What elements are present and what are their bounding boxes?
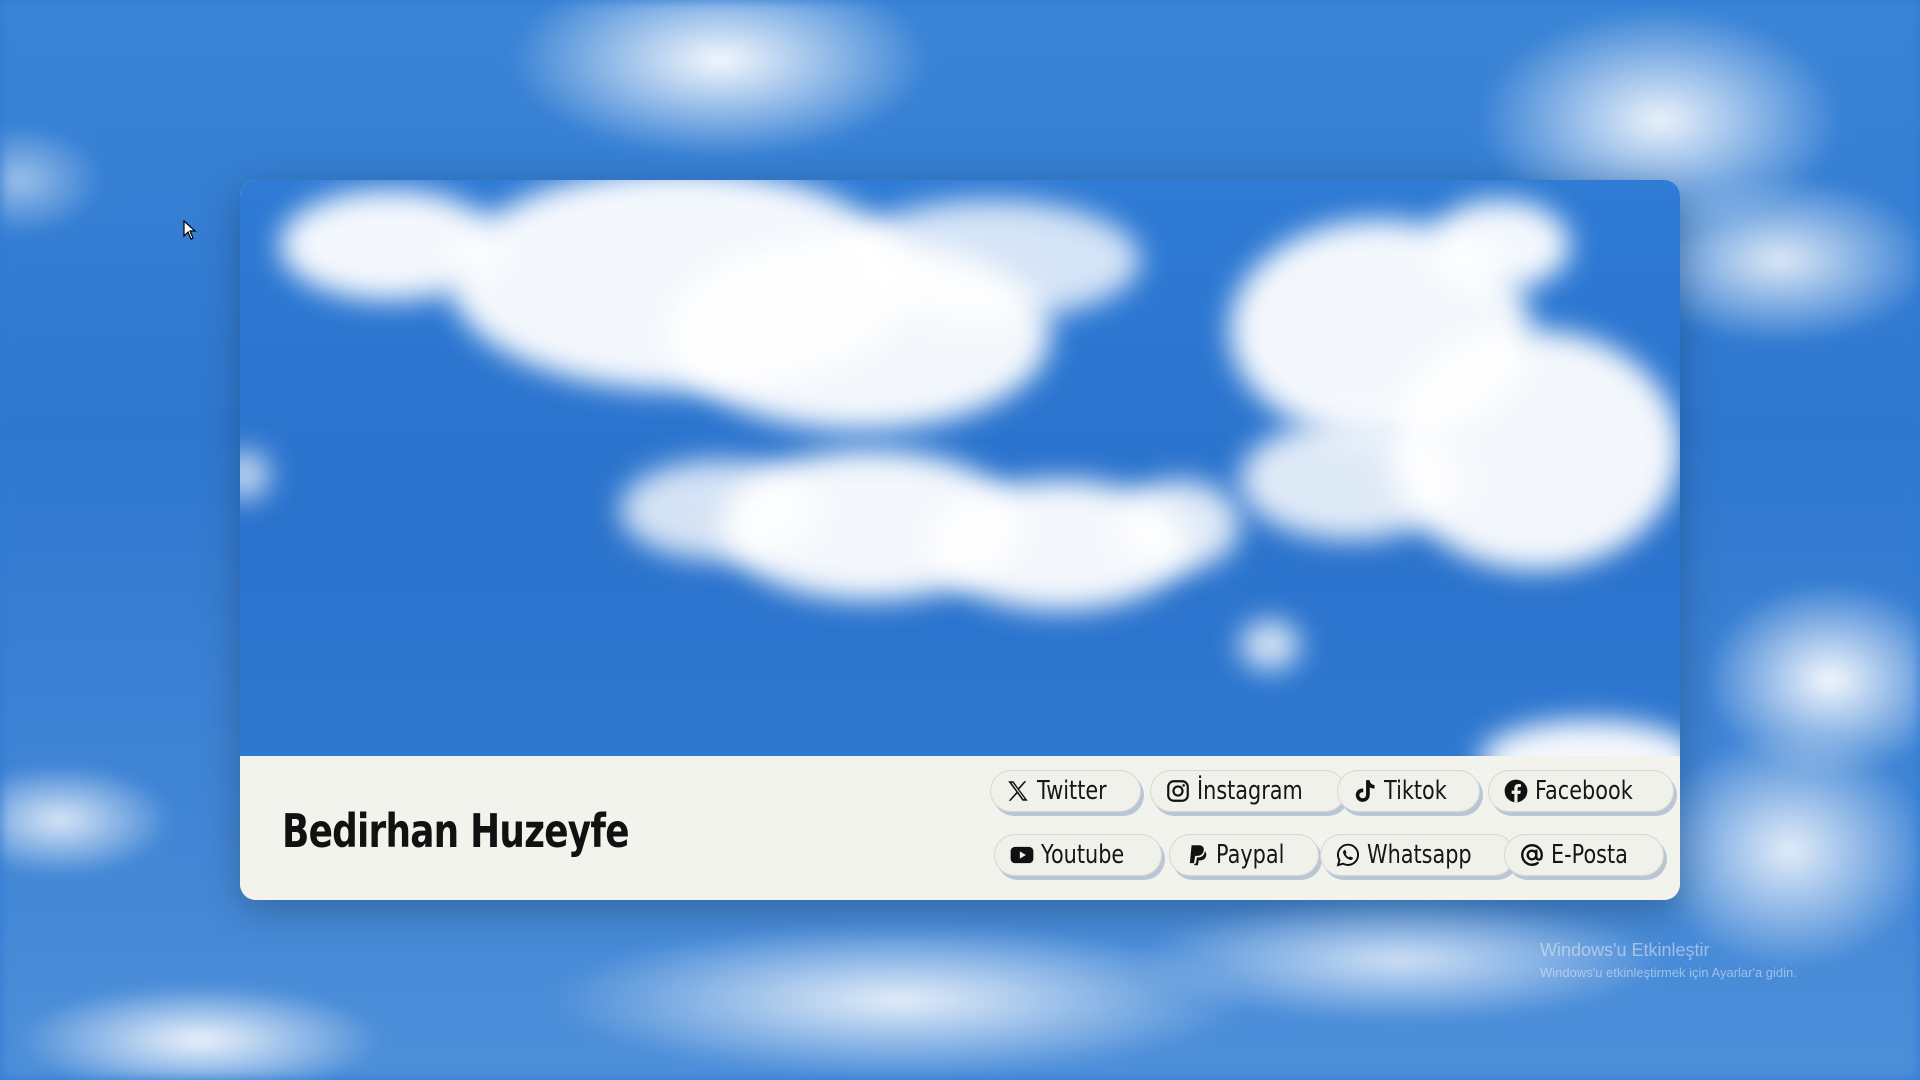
cover-image-sky [240, 180, 1680, 756]
twitter-link-button[interactable]: Twitter [990, 770, 1142, 812]
mouse-cursor-icon [183, 220, 197, 240]
instagram-label: İnstagram [1197, 776, 1303, 806]
tiktok-link-button[interactable]: Tiktok [1337, 770, 1480, 812]
x-icon [1008, 781, 1028, 801]
email-label: E-Posta [1551, 840, 1628, 870]
desktop: Bedirhan Huzeyfe Twitter İnstagram Tikto… [0, 0, 1920, 1080]
tiktok-icon [1355, 780, 1375, 802]
tiktok-label: Tiktok [1384, 776, 1447, 806]
profile-name: Bedirhan Huzeyfe [282, 804, 630, 858]
twitter-label: Twitter [1037, 776, 1107, 806]
instagram-icon [1167, 780, 1189, 802]
facebook-icon [1504, 779, 1528, 803]
whatsapp-icon [1336, 843, 1360, 867]
at-sign-icon [1521, 844, 1543, 866]
facebook-label: Facebook [1535, 776, 1633, 806]
paypal-icon [1189, 845, 1207, 866]
email-link-button[interactable]: E-Posta [1504, 834, 1665, 876]
paypal-link-button[interactable]: Paypal [1169, 834, 1319, 876]
whatsapp-link-button[interactable]: Whatsapp [1320, 834, 1515, 876]
instagram-link-button[interactable]: İnstagram [1150, 770, 1347, 812]
youtube-label: Youtube [1041, 840, 1125, 870]
windows-activation-watermark: Windows'u Etkinleştir Windows'u etkinleş… [1540, 940, 1797, 980]
watermark-title: Windows'u Etkinleştir [1540, 940, 1710, 960]
card-footer: Bedirhan Huzeyfe Twitter İnstagram Tikto… [240, 756, 1680, 900]
whatsapp-label: Whatsapp [1367, 840, 1472, 870]
facebook-link-button[interactable]: Facebook [1488, 770, 1675, 812]
profile-card: Bedirhan Huzeyfe Twitter İnstagram Tikto… [240, 180, 1680, 900]
youtube-link-button[interactable]: Youtube [994, 834, 1162, 876]
watermark-subtitle: Windows'u etkinleştirmek için Ayarlar'a … [1540, 965, 1797, 980]
paypal-label: Paypal [1216, 840, 1285, 870]
youtube-icon [1010, 846, 1034, 864]
